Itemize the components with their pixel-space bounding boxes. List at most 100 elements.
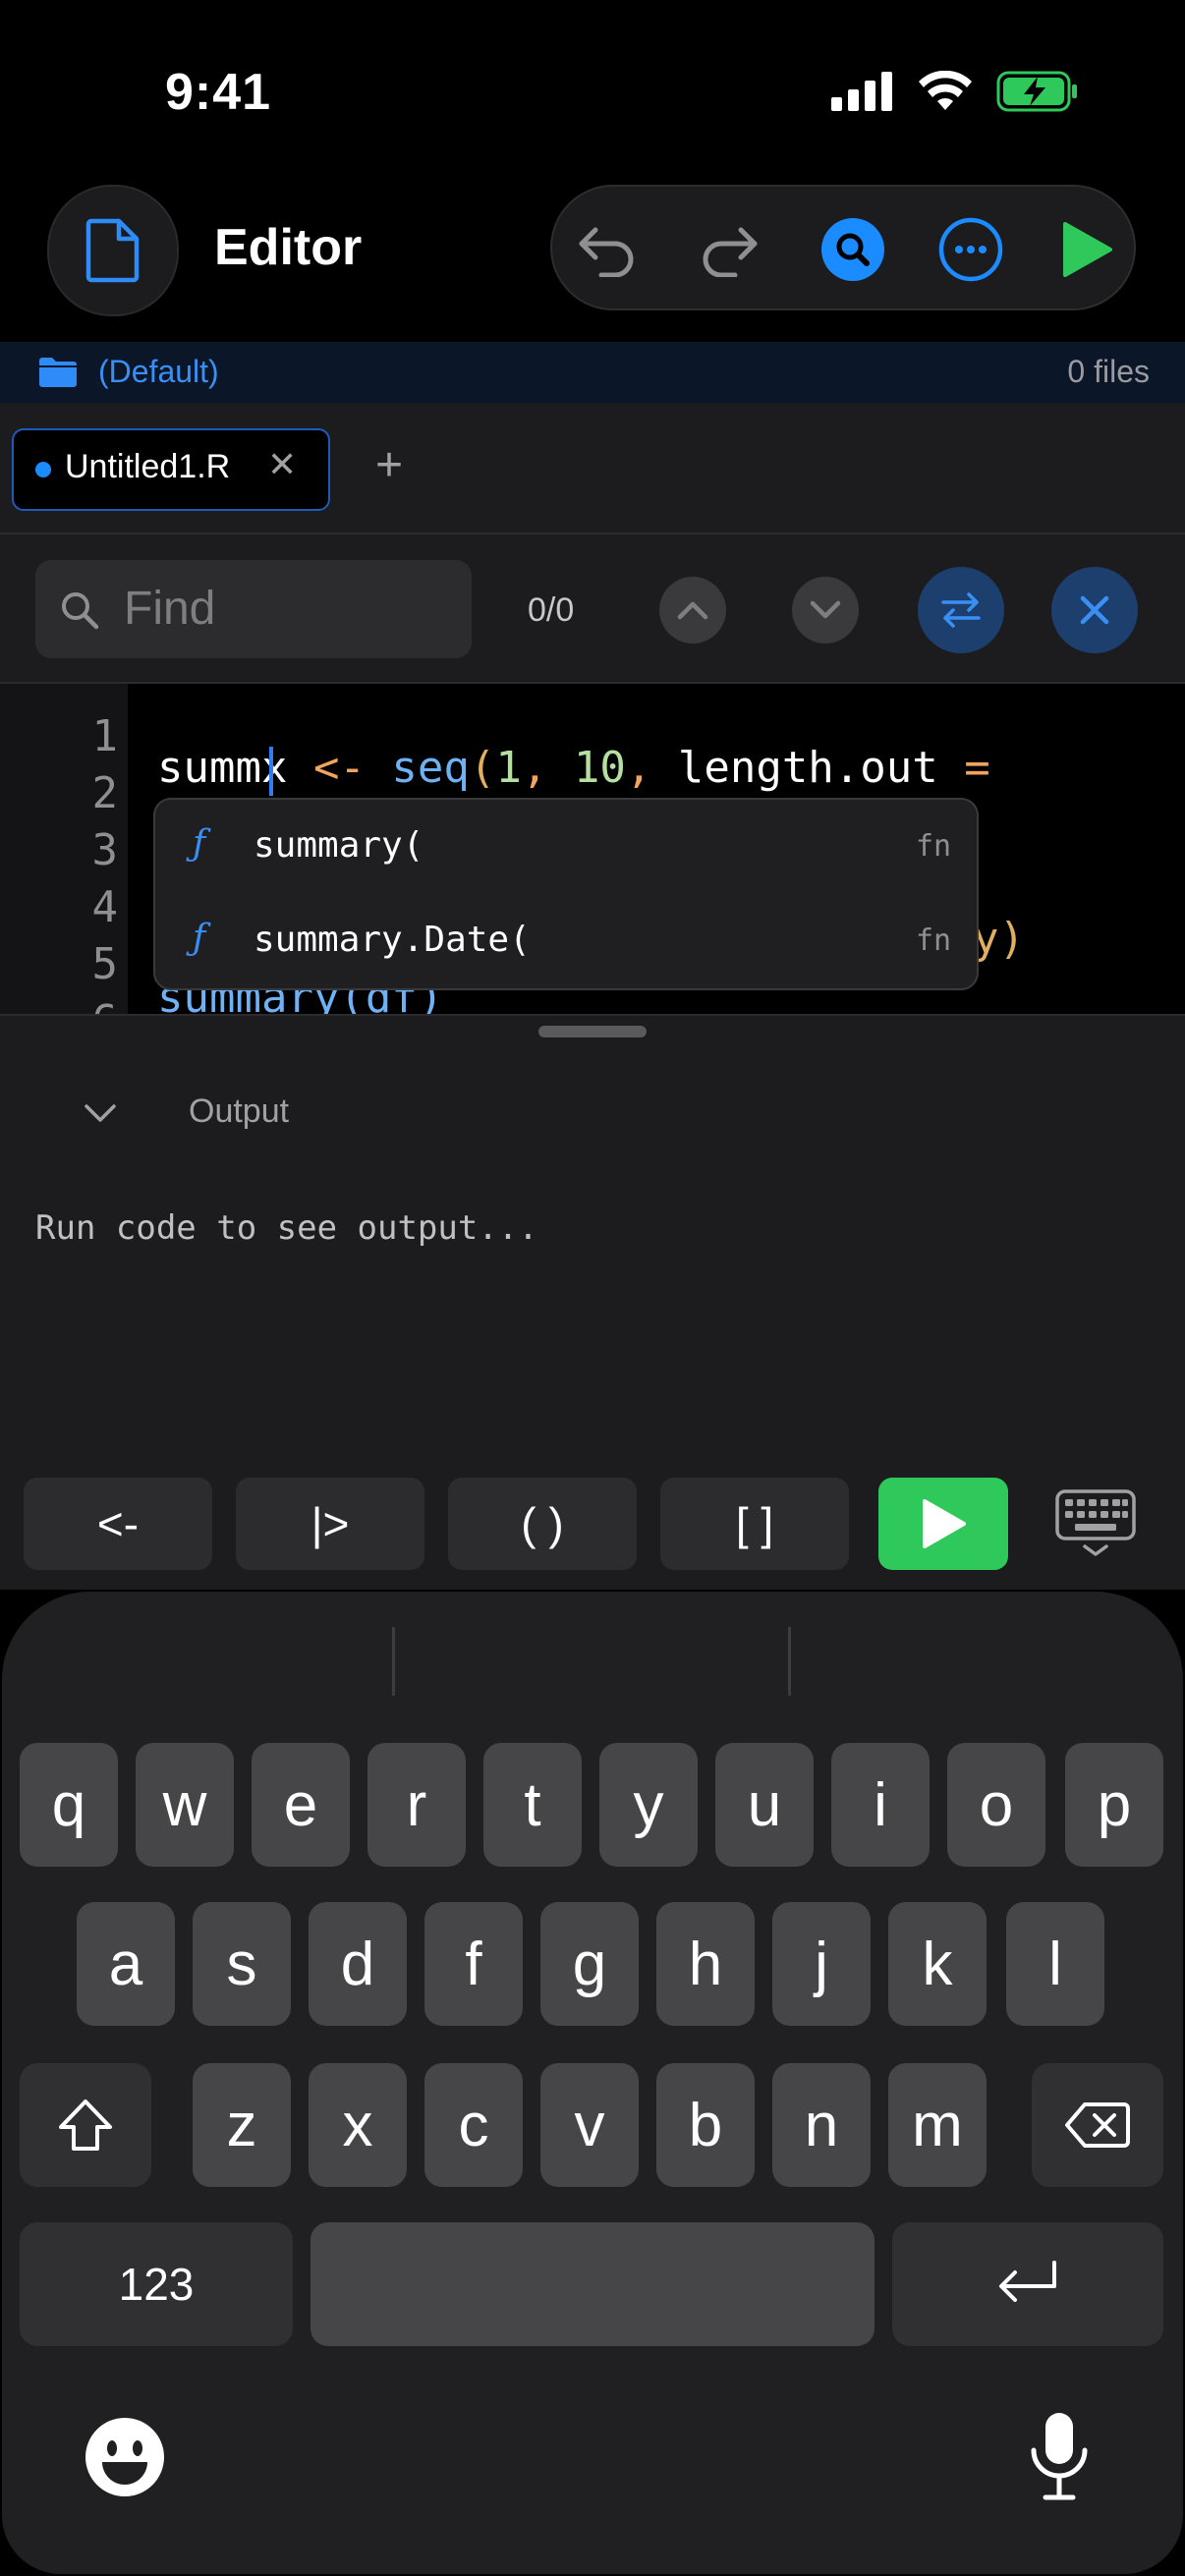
code-line-2: summx <- seq(1, 10, length.out =	[157, 743, 990, 793]
folder-icon	[39, 358, 77, 387]
key-x[interactable]: x	[309, 2063, 407, 2187]
code-operator: =	[937, 743, 990, 793]
return-key[interactable]	[892, 2222, 1163, 2346]
key-d[interactable]: d	[309, 1902, 407, 2026]
autocomplete-label: summary(	[254, 825, 424, 866]
search-icon	[821, 218, 884, 281]
next-match-button[interactable]	[792, 577, 859, 644]
cellular-signal-icon	[831, 72, 892, 111]
run-code-button[interactable]	[878, 1478, 1008, 1570]
code-paren: (	[469, 743, 496, 793]
key-l[interactable]: l	[1006, 1902, 1104, 2026]
key-c[interactable]: c	[424, 2063, 523, 2187]
chevron-down-icon	[810, 600, 841, 619]
battery-charging-icon	[996, 71, 1077, 112]
key-g[interactable]: g	[540, 1902, 639, 2026]
play-icon	[923, 1499, 966, 1548]
status-time: 9:41	[165, 64, 272, 121]
undo-icon	[579, 227, 634, 277]
page-title: Editor	[214, 219, 363, 276]
code-comma: ,	[521, 743, 574, 793]
key-r[interactable]: r	[367, 1743, 466, 1867]
return-icon	[999, 2261, 1056, 2302]
file-button[interactable]	[47, 185, 179, 316]
parentheses-button[interactable]: ( )	[448, 1478, 637, 1570]
key-f[interactable]: f	[424, 1902, 523, 2026]
redo-button[interactable]	[690, 210, 768, 289]
delete-key[interactable]	[1032, 2063, 1163, 2187]
key-n[interactable]: n	[772, 2063, 871, 2187]
autocomplete-kind: fn	[916, 924, 952, 958]
shift-key[interactable]	[20, 2063, 151, 2187]
close-find-button[interactable]	[1051, 567, 1138, 653]
search-button[interactable]	[814, 210, 892, 289]
previous-match-button[interactable]	[659, 577, 726, 644]
run-button[interactable]	[1047, 210, 1126, 289]
brackets-button[interactable]: [ ]	[660, 1478, 849, 1570]
redo-icon	[703, 227, 758, 277]
key-m[interactable]: m	[888, 2063, 987, 2187]
output-placeholder: Run code to see output...	[35, 1208, 538, 1248]
tab-label: Untitled1.R	[65, 448, 231, 485]
key-y[interactable]: y	[599, 1743, 698, 1867]
code-argument: length.out	[677, 743, 938, 793]
code-function: seq	[391, 743, 470, 793]
pipe-operator-button[interactable]: |>	[236, 1478, 424, 1570]
play-icon	[1063, 222, 1112, 277]
key-q[interactable]: q	[20, 1743, 118, 1867]
more-icon	[938, 217, 1003, 282]
resize-handle[interactable]	[538, 1026, 647, 1037]
key-b[interactable]: b	[656, 2063, 755, 2187]
emoji-icon[interactable]	[83, 2415, 167, 2499]
undo-button[interactable]	[568, 210, 647, 289]
more-button[interactable]	[931, 210, 1010, 289]
line-number: 5	[91, 939, 119, 989]
suggestion-divider	[392, 1627, 395, 1696]
assign-operator-button[interactable]: <-	[24, 1478, 212, 1570]
key-s[interactable]: s	[193, 1902, 291, 2026]
replace-toggle-button[interactable]	[918, 567, 1004, 653]
output-title: Output	[189, 1092, 290, 1130]
text-caret	[269, 747, 273, 796]
key-u[interactable]: u	[715, 1743, 814, 1867]
magnifier-icon	[62, 592, 99, 630]
editor-toolbar	[550, 185, 1136, 310]
key-p[interactable]: p	[1065, 1743, 1163, 1867]
numbers-key[interactable]: 123	[20, 2222, 293, 2346]
replace-arrows-icon	[941, 592, 981, 628]
key-t[interactable]: t	[483, 1743, 582, 1867]
keyboard-dismiss-icon[interactable]	[1055, 1489, 1136, 1558]
key-j[interactable]: j	[772, 1902, 871, 2026]
key-w[interactable]: w	[136, 1743, 234, 1867]
key-z[interactable]: z	[193, 2063, 291, 2187]
shift-icon	[59, 2100, 112, 2151]
unsaved-dot	[35, 462, 51, 477]
match-count: 0/0	[528, 591, 575, 629]
status-icons	[831, 71, 1079, 112]
function-icon: ƒ	[193, 823, 206, 864]
code-number: 10	[573, 743, 626, 793]
key-h[interactable]: h	[656, 1902, 755, 2026]
line-number: 3	[91, 825, 119, 875]
tab-close-button[interactable]: ✕	[267, 444, 297, 485]
key-a[interactable]: a	[77, 1902, 175, 2026]
microphone-icon[interactable]	[1028, 2411, 1091, 2503]
find-input[interactable]	[35, 560, 472, 658]
find-placeholder: Find	[124, 583, 216, 635]
project-selector[interactable]: (Default)	[98, 354, 219, 390]
autocomplete-label: summary.Date(	[254, 920, 531, 960]
key-k[interactable]: k	[888, 1902, 987, 2026]
space-key[interactable]	[310, 2222, 875, 2346]
suggestion-divider	[788, 1627, 791, 1696]
key-o[interactable]: o	[947, 1743, 1045, 1867]
key-i[interactable]: i	[831, 1743, 930, 1867]
file-count: 0 files	[1067, 354, 1150, 389]
key-v[interactable]: v	[540, 2063, 639, 2187]
add-tab-button[interactable]: +	[375, 438, 403, 492]
code-line-5-tail: y)	[973, 914, 1025, 964]
code-comma: ,	[625, 743, 678, 793]
chevron-down-icon[interactable]	[83, 1102, 118, 1126]
line-number: 4	[91, 882, 119, 932]
close-icon	[1080, 595, 1109, 625]
key-e[interactable]: e	[252, 1743, 350, 1867]
